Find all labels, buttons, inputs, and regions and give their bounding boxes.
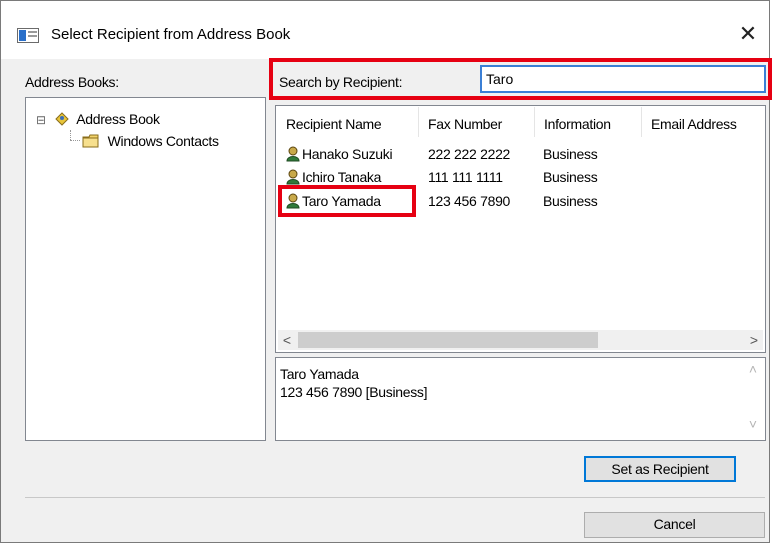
fax-number: 111 111 1111 bbox=[428, 169, 503, 185]
scrollbar-thumb[interactable] bbox=[298, 332, 598, 348]
search-label: Search by Recipient: bbox=[279, 74, 403, 90]
table-row[interactable]: Taro Yamada 123 456 7890 Business bbox=[286, 192, 756, 210]
scroll-left-icon[interactable]: < bbox=[278, 330, 296, 350]
recipient-list[interactable] bbox=[275, 105, 766, 353]
tree-connector bbox=[70, 130, 72, 140]
close-button[interactable]: ✕ bbox=[733, 19, 763, 49]
column-header-email-address[interactable]: Email Address bbox=[651, 115, 737, 133]
tree-item-label: Address Book bbox=[76, 111, 160, 127]
cancel-button[interactable]: Cancel bbox=[584, 512, 765, 538]
recipient-name: Hanako Suzuki bbox=[302, 146, 393, 162]
information: Business bbox=[543, 193, 598, 209]
tree-item-label: Windows Contacts bbox=[107, 133, 219, 149]
contact-icon bbox=[286, 169, 300, 185]
column-header-information[interactable]: Information bbox=[544, 115, 611, 133]
fax-number: 123 456 7890 bbox=[428, 193, 511, 209]
address-books-tree[interactable]: ⊟ Address Book Windows Contacts bbox=[25, 97, 266, 441]
contact-icon bbox=[286, 146, 300, 162]
details-name: Taro Yamada bbox=[280, 366, 359, 382]
contact-icon bbox=[286, 193, 300, 209]
scroll-right-icon[interactable]: > bbox=[745, 330, 763, 350]
horizontal-scrollbar[interactable]: < > bbox=[278, 330, 763, 350]
folder-icon bbox=[82, 134, 99, 148]
collapse-icon[interactable]: ⊟ bbox=[36, 113, 46, 127]
set-as-recipient-button[interactable]: Set as Recipient bbox=[584, 456, 736, 482]
address-book-icon bbox=[55, 112, 70, 126]
tree-connector bbox=[70, 140, 80, 142]
recipient-name: Taro Yamada bbox=[302, 193, 381, 209]
information: Business bbox=[543, 146, 598, 162]
tree-item-windows-contacts[interactable]: Windows Contacts bbox=[82, 132, 219, 150]
address-book-dialog: Select Recipient from Address Book ✕ Add… bbox=[0, 0, 772, 543]
scroll-down-icon[interactable]: ˅ bbox=[744, 416, 762, 432]
search-input[interactable] bbox=[480, 65, 766, 93]
tree-item-address-book[interactable]: ⊟ Address Book bbox=[36, 110, 160, 129]
details-fax: 123 456 7890 [Business] bbox=[280, 384, 428, 400]
window-icon bbox=[17, 28, 39, 43]
title-bar: Select Recipient from Address Book ✕ bbox=[1, 1, 769, 59]
fax-number: 222 222 2222 bbox=[428, 146, 511, 162]
recipient-details[interactable]: Taro Yamada 123 456 7890 [Business] ˄ ˅ bbox=[275, 357, 766, 441]
column-separator[interactable] bbox=[418, 107, 419, 137]
recipient-name: Ichiro Tanaka bbox=[302, 169, 382, 185]
divider bbox=[25, 497, 765, 498]
scroll-up-icon[interactable]: ˄ bbox=[744, 361, 762, 377]
dialog-title: Select Recipient from Address Book bbox=[51, 26, 291, 43]
information: Business bbox=[543, 169, 598, 185]
vertical-scrollbar[interactable]: ˄ ˅ bbox=[744, 361, 762, 432]
address-books-label: Address Books: bbox=[25, 74, 119, 90]
column-header-fax-number[interactable]: Fax Number bbox=[428, 115, 502, 133]
column-separator[interactable] bbox=[534, 107, 535, 137]
table-row[interactable]: Hanako Suzuki 222 222 2222 Business bbox=[286, 145, 756, 163]
close-icon: ✕ bbox=[738, 21, 758, 46]
column-separator[interactable] bbox=[641, 107, 642, 137]
column-header-recipient-name[interactable]: Recipient Name bbox=[286, 115, 382, 133]
table-row[interactable]: Ichiro Tanaka 111 111 1111 Business bbox=[286, 168, 756, 186]
